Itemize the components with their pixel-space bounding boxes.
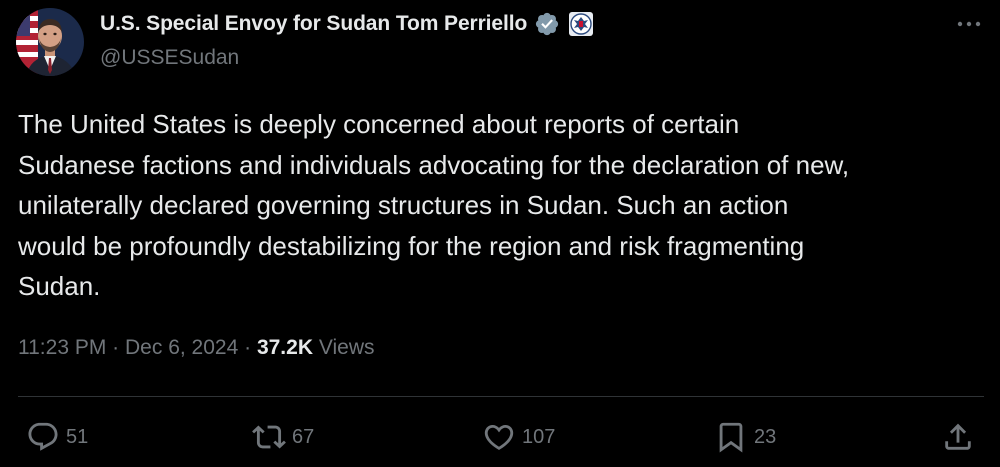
bookmark-icon [714,420,748,454]
reply-icon [26,420,60,454]
tweet-time[interactable]: 11:23 PM [18,336,106,359]
share-button[interactable] [941,420,975,454]
tweet-card: U.S. Special Envoy for Sudan Tom Perriel… [0,0,1000,467]
state-department-seal-icon[interactable] [568,11,594,37]
meta-separator: · [112,336,120,359]
repost-icon [252,420,286,454]
like-button[interactable]: 107 [482,420,555,454]
views-count[interactable]: 37.2K [257,336,313,359]
avatar[interactable] [16,8,84,76]
like-count: 107 [522,425,556,448]
more-options-icon[interactable] [955,12,985,36]
bookmark-count: 23 [754,425,777,448]
repost-button[interactable]: 67 [252,420,314,454]
tweet-date[interactable]: Dec 6, 2024 [125,336,238,359]
avatar-image [16,8,84,76]
repost-count: 67 [292,425,315,448]
views-label[interactable]: Views [319,336,375,359]
heart-icon [482,420,516,454]
author-display-name[interactable]: U.S. Special Envoy for Sudan Tom Perriel… [100,12,527,36]
verified-check-icon[interactable] [534,11,560,37]
reply-button[interactable]: 51 [26,420,88,454]
author-handle[interactable]: @USSESudan [100,46,239,70]
divider [18,396,984,397]
tweet-meta: 11:23 PM · Dec 6, 2024 · 37.2K Views [18,336,374,360]
reply-count: 51 [66,425,89,448]
share-icon [941,420,975,454]
meta-separator: · [244,336,252,359]
tweet-text: The United States is deeply concerned ab… [18,109,850,301]
author-name-row: U.S. Special Envoy for Sudan Tom Perriel… [100,10,594,38]
bookmark-button[interactable]: 23 [714,420,776,454]
